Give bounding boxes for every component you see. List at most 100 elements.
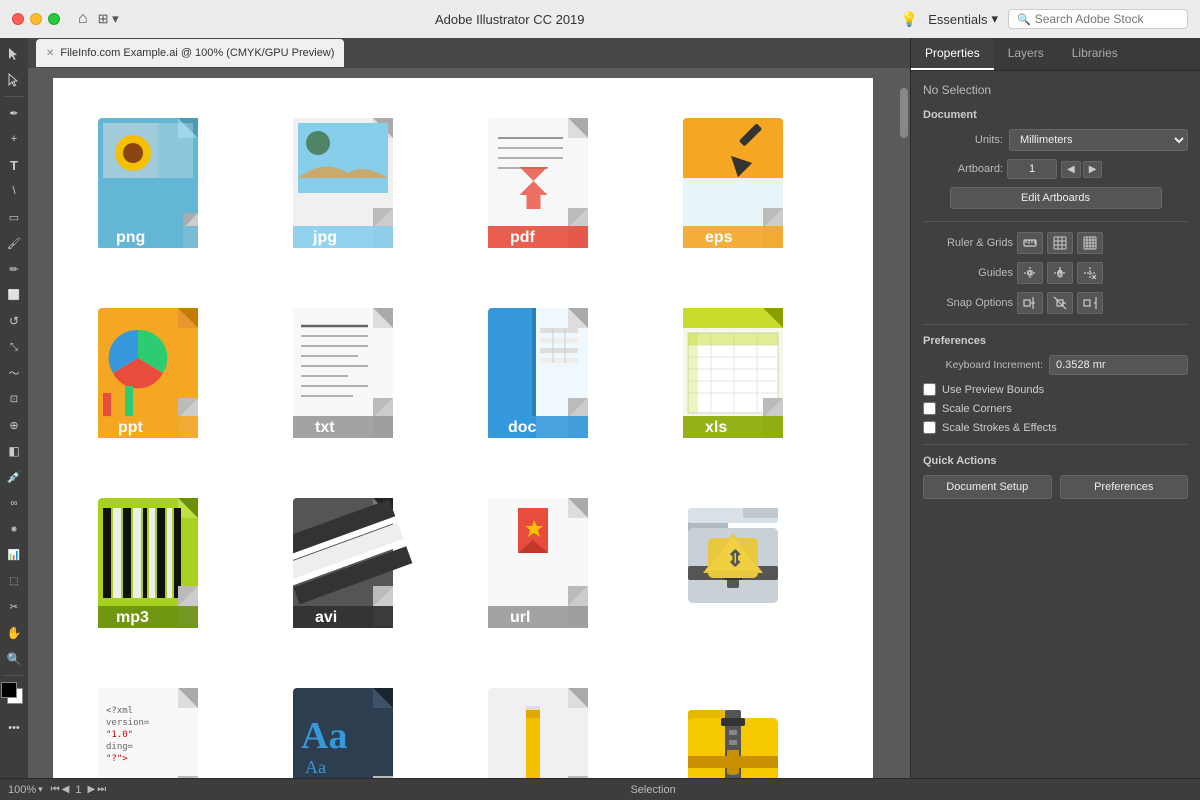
eraser-tool[interactable]: ⬜: [2, 283, 26, 307]
hand-tool[interactable]: ✋: [2, 621, 26, 645]
artboard-tool[interactable]: ⬚: [2, 569, 26, 593]
ruler-grids-label: Ruler & Grids: [923, 237, 1013, 249]
panel-right: Properties Layers Libraries No Selection…: [910, 38, 1200, 778]
warp-tool[interactable]: 〜: [2, 361, 26, 385]
home-icon[interactable]: ⌂: [78, 10, 88, 28]
guides-icons: [1017, 262, 1103, 284]
snap-icon-2[interactable]: [1047, 292, 1073, 314]
essentials-button[interactable]: Essentials ▾: [928, 11, 998, 27]
more-tools[interactable]: •••: [2, 716, 26, 740]
scroll-thumb-v[interactable]: [900, 88, 908, 138]
tab-close-icon[interactable]: ✕: [46, 48, 54, 59]
stroke-color-swatch[interactable]: [1, 682, 17, 698]
edit-artboards-row: Edit Artboards: [923, 187, 1188, 209]
artboard-row: Artboard: 1 ◀ ▶: [923, 159, 1188, 179]
svg-text:<?xml: <?xml: [106, 706, 133, 716]
artboard-first-btn[interactable]: ⏮: [51, 784, 60, 795]
scale-strokes-row: Scale Strokes & Effects: [923, 421, 1188, 434]
svg-text:avi: avi: [315, 609, 337, 626]
units-select[interactable]: Millimeters Pixels Inches Points: [1009, 129, 1188, 151]
scale-strokes-checkbox[interactable]: [923, 421, 936, 434]
rotate-tool[interactable]: ↺: [2, 309, 26, 333]
zoom-chevron-icon[interactable]: ▾: [38, 784, 43, 795]
svg-text:eps: eps: [705, 229, 733, 246]
guide-show-icon[interactable]: [1017, 262, 1043, 284]
paintbrush-tool[interactable]: 🖌: [2, 231, 26, 255]
color-swatches[interactable]: [1, 682, 27, 708]
selection-tool[interactable]: [2, 42, 26, 66]
ruler-grids-icons: [1017, 232, 1103, 254]
pen-tool[interactable]: ✒: [2, 101, 26, 125]
line-tool[interactable]: \: [2, 179, 26, 203]
direct-selection-tool[interactable]: [2, 68, 26, 92]
tab-layers[interactable]: Layers: [994, 38, 1058, 70]
snap-options-row: Snap Options: [923, 292, 1188, 314]
document-section-title: Document: [923, 109, 1188, 121]
shape-builder-tool[interactable]: ⊕: [2, 413, 26, 437]
blend-tool[interactable]: ∞: [2, 491, 26, 515]
maximize-button[interactable]: [48, 13, 60, 25]
svg-text:jpg: jpg: [312, 229, 337, 246]
guide-lock-icon[interactable]: [1047, 262, 1073, 284]
close-button[interactable]: [12, 13, 24, 25]
scale-strokes-label: Scale Strokes & Effects: [942, 422, 1057, 434]
zoom-control[interactable]: 100% ▾: [8, 784, 43, 796]
svg-text:"1.0": "1.0": [106, 730, 133, 740]
artboard-prev[interactable]: ◀: [1061, 161, 1081, 178]
scale-corners-row: Scale Corners: [923, 402, 1188, 415]
units-row: Units: Millimeters Pixels Inches Points: [923, 129, 1188, 151]
svg-text:txt: txt: [315, 419, 335, 436]
eyedropper-tool[interactable]: 💉: [2, 465, 26, 489]
layout-icon[interactable]: ⊞ ▾: [98, 11, 119, 27]
artboard-last-btn[interactable]: ⏭: [97, 784, 106, 795]
document-tab[interactable]: ✕ FileInfo.com Example.ai @ 100% (CMYK/G…: [36, 39, 344, 67]
gradient-tool[interactable]: ◧: [2, 439, 26, 463]
column-graph-tool[interactable]: 📊: [2, 543, 26, 567]
snap-icon-1[interactable]: [1017, 292, 1043, 314]
keyboard-increment-input[interactable]: [1049, 355, 1188, 375]
canvas-wrapper[interactable]: png: [28, 68, 898, 778]
scale-corners-checkbox[interactable]: [923, 402, 936, 415]
stock-search-box[interactable]: 🔍: [1008, 9, 1188, 29]
use-preview-bounds-checkbox[interactable]: [923, 383, 936, 396]
ruler-icon[interactable]: [1017, 232, 1043, 254]
symbol-tool[interactable]: ⁕: [2, 517, 26, 541]
lightbulb-icon[interactable]: 💡: [901, 11, 918, 28]
type-tool[interactable]: T: [2, 153, 26, 177]
grid-icon[interactable]: [1047, 232, 1073, 254]
add-anchor-tool[interactable]: +: [2, 127, 26, 151]
canvas-scrollbar-v[interactable]: [898, 68, 910, 778]
tab-libraries[interactable]: Libraries: [1058, 38, 1132, 70]
artboard-next[interactable]: ▶: [1083, 161, 1103, 178]
svg-text:⇕: ⇕: [726, 546, 744, 571]
search-icon: 🔍: [1017, 13, 1031, 26]
tab-properties[interactable]: Properties: [911, 38, 994, 70]
keyboard-increment-label: Keyboard Increment:: [923, 359, 1043, 371]
artboard-nav-status: ⏮ ◀ 1 ▶ ⏭: [51, 784, 107, 796]
svg-text:png: png: [116, 229, 145, 246]
snap-icon-3[interactable]: [1077, 292, 1103, 314]
slice-tool[interactable]: ✂: [2, 595, 26, 619]
minimize-button[interactable]: [30, 13, 42, 25]
rect-tool[interactable]: ▭: [2, 205, 26, 229]
scale-tool[interactable]: ⤡: [2, 335, 26, 359]
file-icon-url: url: [463, 478, 633, 668]
pixel-grid-icon[interactable]: [1077, 232, 1103, 254]
artboard-next-btn[interactable]: ▶: [88, 784, 96, 795]
zoom-tool[interactable]: 🔍: [2, 647, 26, 671]
stock-search-input[interactable]: [1035, 12, 1175, 26]
artboard-prev-btn[interactable]: ◀: [62, 784, 70, 795]
edit-artboards-button[interactable]: Edit Artboards: [950, 187, 1162, 209]
artboard-nav: ◀ ▶: [1061, 161, 1102, 178]
guide-clear-icon[interactable]: [1077, 262, 1103, 284]
titlebar: ⌂ ⊞ ▾ Adobe Illustrator CC 2019 💡 Essent…: [0, 0, 1200, 38]
artboard-input[interactable]: 1: [1007, 159, 1057, 179]
use-preview-bounds-label: Use Preview Bounds: [942, 384, 1044, 396]
pencil-tool[interactable]: ✏: [2, 257, 26, 281]
file-icon-sys: ⇕: [658, 478, 828, 668]
free-transform-tool[interactable]: ⊡: [2, 387, 26, 411]
document-setup-button[interactable]: Document Setup: [923, 475, 1052, 499]
file-icon-ttf: Aa Aa Aa ttf: [268, 668, 438, 778]
preferences-button[interactable]: Preferences: [1060, 475, 1189, 499]
quick-actions-buttons: Document Setup Preferences: [923, 475, 1188, 499]
